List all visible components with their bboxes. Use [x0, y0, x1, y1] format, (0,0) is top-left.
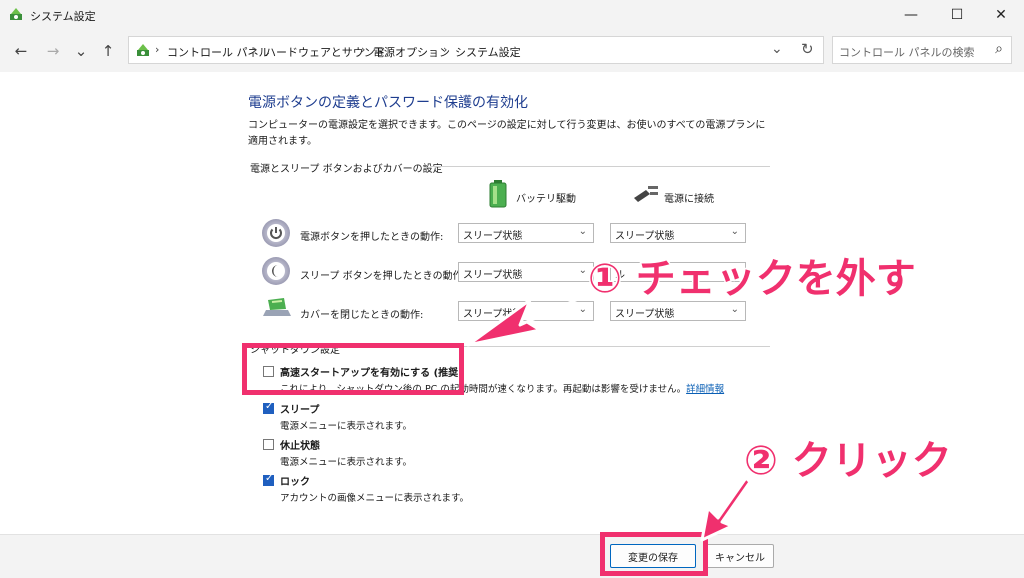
- arrow-to-save-button: [700, 476, 752, 542]
- step2-annotation: ② クリック: [743, 437, 954, 486]
- arrow-to-checkbox: [466, 288, 600, 347]
- step1-annotation: ① チェックを外す: [587, 255, 918, 304]
